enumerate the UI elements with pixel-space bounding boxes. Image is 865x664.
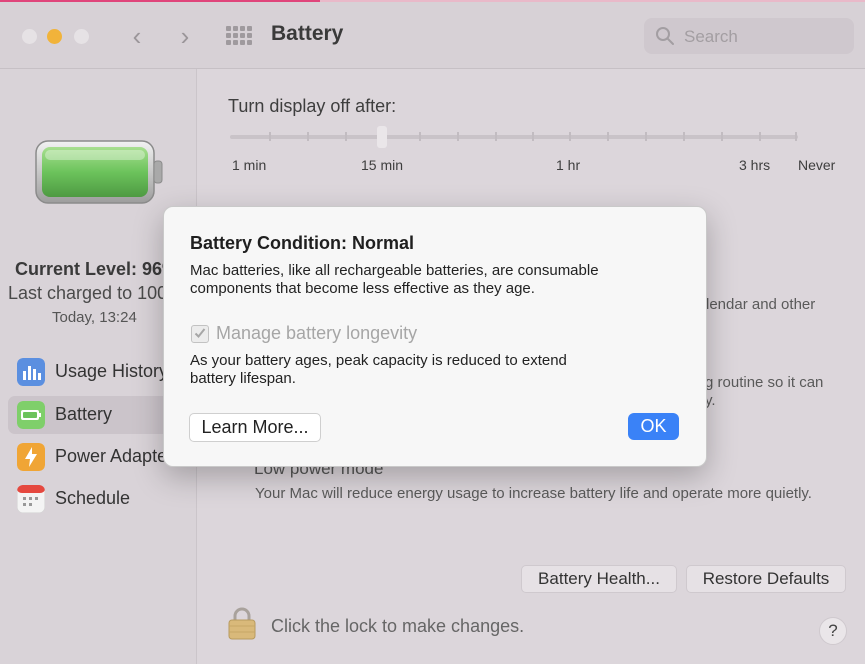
lock-text: Click the lock to make changes.: [271, 616, 525, 636]
slider-tick: [759, 132, 761, 141]
battery-health-button[interactable]: Battery Health...: [521, 565, 677, 593]
battery-status-icon: [35, 140, 163, 204]
manage-longevity-checkbox[interactable]: [191, 325, 209, 343]
sidebar-item-label: Usage History: [55, 361, 169, 381]
checkmark-icon: [194, 328, 206, 338]
slider-tick: [795, 132, 797, 141]
background-text-fragment: g routine so it can: [705, 374, 824, 391]
help-button[interactable]: ?: [819, 617, 847, 645]
low-power-mode-description: Your Mac will reduce energy usage to inc…: [255, 485, 812, 502]
slider-tick: [532, 132, 534, 141]
learn-more-button[interactable]: Learn More...: [189, 413, 321, 442]
slider-tick-label: 15 min: [361, 157, 404, 173]
grid-icon[interactable]: [226, 26, 252, 46]
zoom-window-button[interactable]: [74, 29, 89, 44]
slider-tick: [495, 132, 497, 141]
slider-tick-label: 1 min: [232, 157, 267, 173]
ok-button[interactable]: OK: [628, 413, 679, 440]
slider-thumb[interactable]: [377, 126, 387, 148]
restore-defaults-button[interactable]: Restore Defaults: [686, 565, 846, 593]
sidebar-item-label: Schedule: [55, 488, 131, 508]
dialog-body-line: components that become less effective as…: [190, 280, 535, 297]
chevron-right-icon[interactable]: ›: [172, 21, 198, 51]
last-charged-time: Today, 13:24: [52, 309, 137, 326]
search-icon: [656, 27, 674, 45]
titlebar: ‹ › Battery Search: [0, 2, 865, 69]
dialog-body-line: Mac batteries, like all rechargeable bat…: [190, 262, 599, 279]
search-placeholder: Search: [684, 27, 738, 46]
window-title: Battery: [271, 22, 344, 45]
dialog-title: Battery Condition: Normal: [190, 233, 415, 253]
sidebar-item-label: Power Adapter: [55, 446, 174, 466]
slider-tick: [457, 132, 459, 141]
dialog-desc-line: As your battery ages, peak capacity is r…: [190, 352, 567, 369]
power-adapter-icon: [17, 443, 45, 471]
slider-tick: [307, 132, 309, 141]
slider-tick: [683, 132, 685, 141]
manage-longevity-label: Manage battery longevity: [216, 323, 418, 343]
battery-level-text: Current Level: 96%: [15, 259, 179, 279]
slider-tick-label: 1 hr: [556, 157, 581, 173]
display-off-slider[interactable]: [230, 135, 798, 139]
battery-condition-dialog: Battery Condition: Normal Mac batteries,…: [163, 206, 707, 467]
chevron-left-icon[interactable]: ‹: [124, 21, 150, 51]
slider-tick: [269, 132, 271, 141]
display-off-label: Turn display off after:: [228, 96, 397, 116]
usage-history-icon: [17, 358, 45, 386]
slider-tick: [569, 132, 571, 141]
background-text-fragment: lendar and other: [706, 296, 816, 313]
slider-tick: [419, 132, 421, 141]
sidebar-item-schedule[interactable]: Schedule: [8, 480, 196, 518]
slider-tick: [721, 132, 723, 141]
slider-tick-label: Never: [798, 157, 836, 173]
slider-tick: [645, 132, 647, 141]
last-charged-text: Last charged to 100%: [8, 283, 184, 303]
search-field[interactable]: Search: [644, 18, 854, 54]
schedule-icon: [17, 485, 45, 513]
close-window-button[interactable]: [22, 29, 37, 44]
slider-tick: [345, 132, 347, 141]
dialog-desc-line: battery lifespan.: [190, 370, 296, 387]
minimize-window-button[interactable]: [47, 29, 62, 44]
lock-icon[interactable]: [227, 606, 257, 640]
sidebar-item-label: Battery: [55, 404, 113, 424]
slider-tick: [607, 132, 609, 141]
battery-icon: [17, 401, 45, 429]
slider-tick-label: 3 hrs: [739, 157, 771, 173]
